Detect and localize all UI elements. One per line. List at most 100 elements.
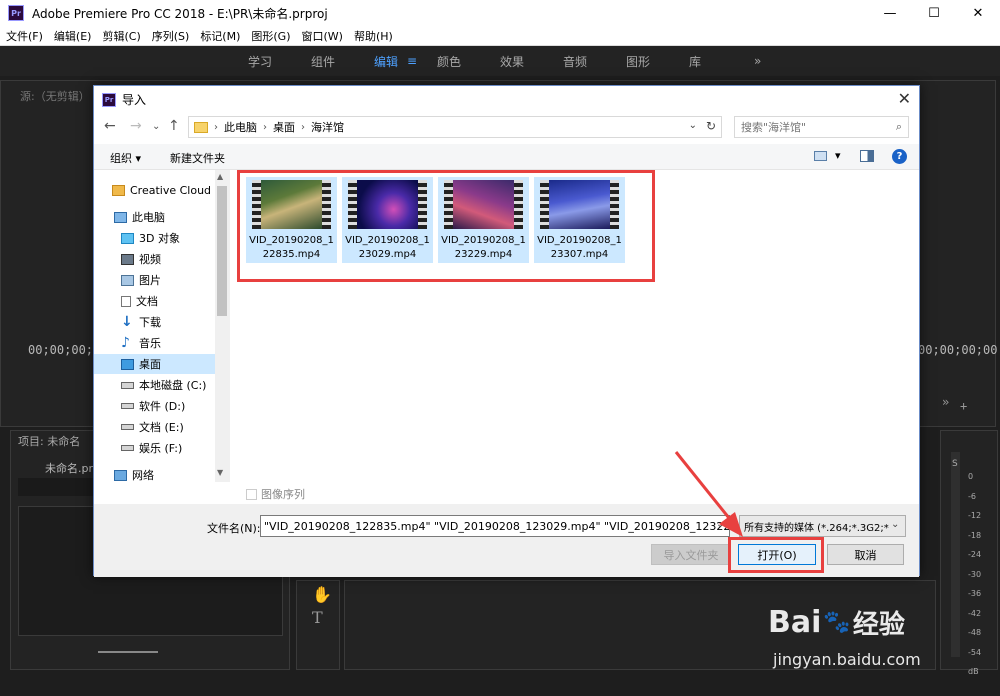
workspace-bar: 学习 组件 编辑 ≡ 颜色 效果 音频 图形 库 » bbox=[0, 46, 1000, 76]
nav-item-network[interactable]: 网络 bbox=[114, 465, 215, 485]
menu-file[interactable]: 文件(F) bbox=[6, 28, 43, 44]
nav-item-label: 文档 bbox=[136, 295, 158, 308]
image-sequence-option[interactable]: 图像序列 bbox=[246, 486, 305, 502]
nav-item-drive-e[interactable]: 文档 (E:) bbox=[121, 417, 215, 437]
minimize-button[interactable]: — bbox=[868, 0, 912, 26]
meter-solo-button[interactable]: S bbox=[952, 459, 958, 469]
hand-tool-icon[interactable]: ✋ bbox=[312, 585, 332, 604]
app-menubar: 文件(F) 编辑(E) 剪辑(C) 序列(S) 标记(M) 图形(G) 窗口(W… bbox=[0, 26, 1000, 46]
drive-f-icon bbox=[121, 445, 134, 451]
nav-item-pictures[interactable]: 图片 bbox=[121, 270, 215, 290]
nav-item-downloads[interactable]: ↓ 下载 bbox=[121, 312, 215, 332]
workspace-effects[interactable]: 效果 bbox=[500, 53, 524, 70]
nav-item-music[interactable]: ♪ 音乐 bbox=[121, 333, 215, 353]
meter-tick-label: dB bbox=[968, 667, 979, 676]
breadcrumb-desktop[interactable]: 桌面 bbox=[273, 119, 295, 135]
breadcrumb-separator-icon: › bbox=[263, 121, 267, 133]
import-folder-button[interactable]: 导入文件夹 bbox=[651, 544, 731, 565]
menu-clip[interactable]: 剪辑(C) bbox=[102, 28, 140, 44]
zoom-slider[interactable] bbox=[98, 651, 158, 653]
drive-e-icon bbox=[121, 424, 134, 430]
cancel-button[interactable]: 取消 bbox=[827, 544, 904, 565]
image-sequence-checkbox[interactable] bbox=[246, 488, 257, 500]
file-list[interactable]: VID_20190208_122835.mp4 VID_20190208_123… bbox=[234, 170, 919, 482]
search-box[interactable]: ⌕ bbox=[734, 116, 909, 138]
preview-pane-icon[interactable] bbox=[860, 150, 874, 162]
workspace-overflow-icon[interactable]: » bbox=[754, 54, 761, 68]
close-button[interactable]: ✕ bbox=[956, 0, 1000, 26]
breadcrumb-ocean-aquarium[interactable]: 海洋馆 bbox=[311, 119, 344, 135]
dialog-close-icon[interactable]: ✕ bbox=[898, 89, 911, 108]
dialog-titlebar: Pr 导入 ✕ bbox=[94, 86, 919, 113]
breadcrumb-this-pc[interactable]: 此电脑 bbox=[224, 119, 257, 135]
project-search-input[interactable] bbox=[18, 478, 93, 496]
app-title: Adobe Premiere Pro CC 2018 - E:\PR\未命名.p… bbox=[32, 6, 328, 21]
nav-item-creative-cloud[interactable]: Creative Cloud F bbox=[112, 180, 215, 200]
help-icon[interactable]: ? bbox=[892, 149, 907, 164]
nav-item-drive-c[interactable]: 本地磁盘 (C:) bbox=[121, 375, 215, 395]
scroll-up-icon[interactable]: ▲ bbox=[217, 172, 223, 181]
nav-item-videos[interactable]: 视频 bbox=[121, 249, 215, 269]
search-input[interactable] bbox=[741, 120, 881, 134]
nav-item-label: 3D 对象 bbox=[139, 232, 180, 245]
organize-button[interactable]: 组织 ▾ bbox=[110, 150, 141, 166]
address-dropdown-icon[interactable]: ⌄ bbox=[689, 120, 697, 131]
meter-tick-label: -48 bbox=[968, 628, 982, 637]
workspace-menu-icon[interactable]: ≡ bbox=[407, 54, 417, 68]
workspace-graphics[interactable]: 图形 bbox=[626, 53, 650, 70]
pictures-icon bbox=[121, 274, 134, 286]
menu-window[interactable]: 窗口(W) bbox=[302, 28, 343, 44]
view-dropdown-icon[interactable]: ▾ bbox=[835, 149, 841, 162]
address-bar[interactable]: › 此电脑 › 桌面 › 海洋馆 ⌄ ↻ bbox=[188, 116, 722, 138]
program-button-icon[interactable]: » bbox=[942, 395, 949, 409]
new-folder-button[interactable]: 新建文件夹 bbox=[170, 150, 225, 166]
dialog-title: 导入 bbox=[122, 93, 147, 107]
breadcrumb-separator-icon: › bbox=[214, 121, 218, 133]
nav-item-label: 桌面 bbox=[139, 358, 161, 371]
watermark-url: jingyan.baidu.com bbox=[773, 650, 921, 669]
creative-cloud-folder-icon bbox=[112, 184, 125, 196]
menu-sequence[interactable]: 序列(S) bbox=[152, 28, 190, 44]
computer-icon bbox=[114, 211, 127, 223]
filename-input[interactable]: "VID_20190208_122835.mp4" "VID_20190208_… bbox=[260, 515, 730, 537]
nav-item-3d-objects[interactable]: 3D 对象 bbox=[121, 228, 215, 248]
filetype-select[interactable]: 所有支持的媒体 (*.264;*.3G2;* bbox=[739, 515, 906, 537]
selection-highlight-box bbox=[237, 170, 655, 282]
menu-graphics[interactable]: 图形(G) bbox=[251, 28, 290, 44]
filetype-dropdown-icon[interactable]: ⌄ bbox=[891, 519, 899, 530]
nav-item-this-pc[interactable]: 此电脑 bbox=[114, 207, 215, 227]
nav-item-drive-d[interactable]: 软件 (D:) bbox=[121, 396, 215, 416]
workspace-audio[interactable]: 音频 bbox=[563, 53, 587, 70]
meter-tick-label: 0 bbox=[968, 472, 974, 481]
up-folder-icon[interactable]: ↑ bbox=[168, 118, 180, 134]
workspace-editing[interactable]: 编辑 bbox=[374, 53, 398, 70]
filename-dropdown-icon[interactable]: ⌄ bbox=[716, 519, 724, 530]
nav-item-label: 此电脑 bbox=[132, 211, 165, 224]
menu-marker[interactable]: 标记(M) bbox=[200, 28, 240, 44]
scrollbar-thumb[interactable] bbox=[217, 186, 227, 316]
forward-arrow-icon[interactable]: → bbox=[130, 118, 142, 134]
workspace-color[interactable]: 颜色 bbox=[437, 53, 461, 70]
maximize-button[interactable]: ☐ bbox=[912, 0, 956, 26]
workspace-libraries[interactable]: 库 bbox=[689, 53, 701, 70]
navigation-scrollbar[interactable]: ▲ ▼ bbox=[215, 170, 229, 482]
change-view-icon[interactable] bbox=[814, 151, 827, 161]
refresh-icon[interactable]: ↻ bbox=[706, 119, 716, 133]
source-panel-label: 源:（无剪辑） bbox=[20, 90, 90, 103]
nav-item-drive-f[interactable]: 娱乐 (F:) bbox=[121, 438, 215, 458]
image-sequence-label: 图像序列 bbox=[261, 488, 305, 501]
recent-locations-icon[interactable]: ⌄ bbox=[152, 121, 160, 132]
add-button-icon[interactable]: + bbox=[960, 399, 967, 413]
menu-help[interactable]: 帮助(H) bbox=[354, 28, 393, 44]
nav-item-label: 娱乐 (F:) bbox=[139, 442, 183, 455]
scroll-down-icon[interactable]: ▼ bbox=[217, 468, 223, 477]
nav-item-desktop[interactable]: 桌面 bbox=[94, 354, 215, 374]
menu-edit[interactable]: 编辑(E) bbox=[54, 28, 92, 44]
type-tool-icon[interactable]: T bbox=[312, 608, 323, 627]
back-arrow-icon[interactable]: ← bbox=[104, 118, 116, 134]
nav-item-label: 文档 (E:) bbox=[139, 421, 184, 434]
nav-item-documents[interactable]: 文档 bbox=[121, 291, 215, 311]
nav-item-label: 软件 (D:) bbox=[139, 400, 186, 413]
workspace-learning[interactable]: 学习 bbox=[248, 53, 272, 70]
workspace-assembly[interactable]: 组件 bbox=[311, 53, 335, 70]
